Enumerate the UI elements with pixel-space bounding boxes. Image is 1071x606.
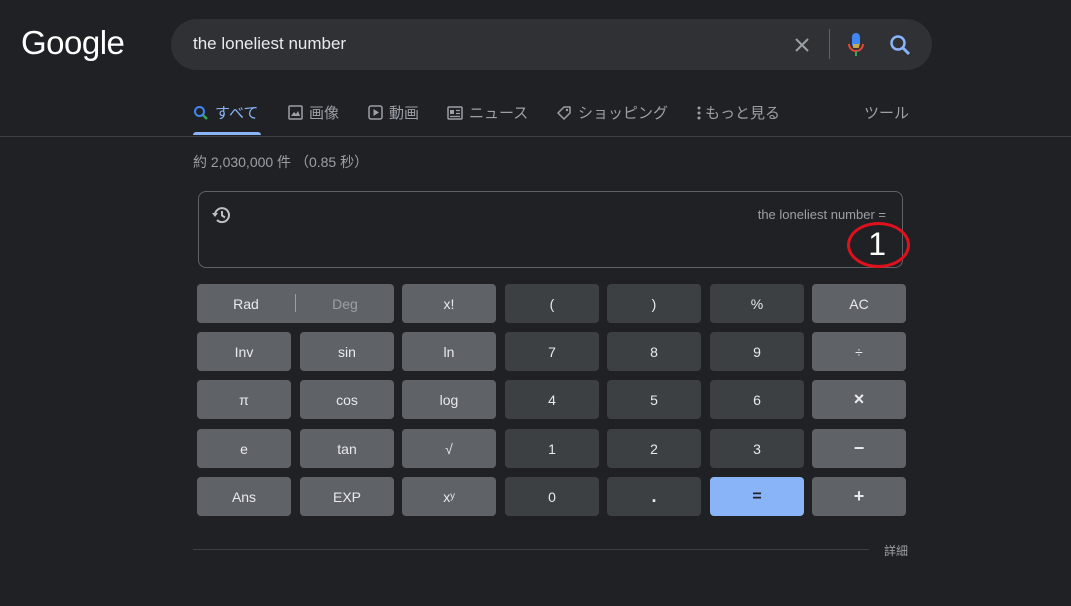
video-icon — [368, 105, 383, 120]
key-equals[interactable]: = — [710, 477, 804, 516]
rad-deg-toggle[interactable]: Rad Deg — [197, 284, 394, 323]
key-subtract[interactable]: − — [812, 429, 906, 468]
tools-button[interactable]: ツール — [864, 102, 909, 123]
key-8[interactable]: 8 — [607, 332, 701, 371]
key-decimal[interactable]: . — [607, 477, 701, 516]
result-stats: 約 2,030,000 件 （0.85 秒） — [193, 154, 369, 170]
key-ln[interactable]: ln — [402, 332, 496, 371]
tab-label: ショッピング — [578, 105, 669, 122]
tab-label: もっと見る — [705, 105, 781, 122]
clear-icon[interactable] — [789, 32, 815, 58]
rad-button[interactable]: Rad — [197, 284, 295, 323]
header-divider — [0, 136, 1071, 137]
history-icon[interactable] — [211, 204, 233, 226]
tab-label: ニュース — [469, 105, 529, 122]
search-divider — [829, 29, 830, 59]
key-close-paren[interactable]: ) — [607, 284, 701, 323]
key-5[interactable]: 5 — [607, 380, 701, 419]
key-inv[interactable]: Inv — [197, 332, 291, 371]
mic-icon[interactable] — [843, 31, 869, 59]
more-vert-icon — [696, 105, 702, 121]
tab-news[interactable]: ニュース — [447, 102, 528, 123]
tab-active-indicator — [193, 132, 261, 135]
details-link[interactable]: 詳細 — [884, 542, 908, 559]
tab-all[interactable]: すべて — [193, 102, 258, 123]
highlight-circle — [847, 222, 910, 268]
search-box[interactable]: the loneliest number — [171, 19, 932, 70]
key-percent[interactable]: % — [710, 284, 804, 323]
calculator-keypad: Rad Deg x! ( ) % AC Inv sin ln 7 8 9 ÷ π… — [197, 284, 906, 517]
key-exp[interactable]: EXP — [300, 477, 394, 516]
search-tabs: すべて 画像 動画 ニュース ショッピング もっと見る ツール — [193, 92, 909, 136]
tab-label: 動画 — [389, 105, 420, 122]
key-divide[interactable]: ÷ — [812, 332, 906, 371]
key-cos[interactable]: cos — [300, 380, 394, 419]
search-input[interactable]: the loneliest number — [193, 34, 346, 54]
tab-images[interactable]: 画像 — [288, 102, 339, 123]
calculator-expression: the loneliest number = — [757, 207, 886, 222]
key-add[interactable]: + — [812, 477, 906, 516]
key-tan[interactable]: tan — [300, 429, 394, 468]
tab-shopping[interactable]: ショッピング — [556, 102, 668, 123]
tab-label: 画像 — [309, 105, 340, 122]
deg-button[interactable]: Deg — [296, 284, 394, 323]
key-open-paren[interactable]: ( — [505, 284, 599, 323]
key-9[interactable]: 9 — [710, 332, 804, 371]
tools-label: ツール — [864, 105, 910, 122]
tab-videos[interactable]: 動画 — [368, 102, 419, 123]
google-logo[interactable]: Google — [21, 24, 125, 62]
key-sin[interactable]: sin — [300, 332, 394, 371]
key-multiply[interactable]: × — [812, 380, 906, 419]
tag-icon — [556, 105, 572, 121]
key-7[interactable]: 7 — [505, 332, 599, 371]
key-power[interactable]: xʸ — [402, 477, 496, 516]
key-1[interactable]: 1 — [505, 429, 599, 468]
key-4[interactable]: 4 — [505, 380, 599, 419]
search-icon — [193, 105, 209, 121]
key-2[interactable]: 2 — [607, 429, 701, 468]
key-0[interactable]: 0 — [505, 477, 599, 516]
key-pi[interactable]: π — [197, 380, 291, 419]
search-icon[interactable] — [886, 31, 914, 59]
key-e[interactable]: e — [197, 429, 291, 468]
footer-divider — [193, 549, 869, 550]
key-factorial[interactable]: x! — [402, 284, 496, 323]
key-ans[interactable]: Ans — [197, 477, 291, 516]
calculator-display: the loneliest number = 1 — [198, 191, 903, 268]
image-icon — [288, 105, 303, 120]
key-clear[interactable]: AC — [812, 284, 906, 323]
news-icon — [447, 105, 463, 120]
key-log[interactable]: log — [402, 380, 496, 419]
key-6[interactable]: 6 — [710, 380, 804, 419]
key-sqrt[interactable]: √ — [402, 429, 496, 468]
tab-more[interactable]: もっと見る — [696, 102, 780, 123]
tab-label: すべて — [215, 105, 259, 122]
key-3[interactable]: 3 — [710, 429, 804, 468]
